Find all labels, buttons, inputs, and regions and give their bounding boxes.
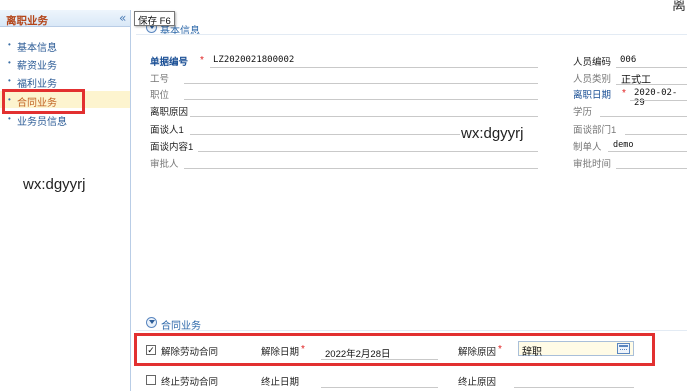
interview-dept-field[interactable] — [625, 134, 687, 135]
rescind-date-underline — [321, 359, 438, 360]
required-mark: * — [301, 344, 305, 355]
highlight-box — [2, 89, 85, 114]
collapse-icon[interactable]: « — [119, 11, 126, 25]
leave-date-value[interactable]: 2020-02-29 — [634, 88, 687, 108]
emp-code-value[interactable]: 006 — [620, 55, 636, 65]
interviewer-field[interactable] — [190, 134, 460, 135]
emp-code-underline — [616, 67, 687, 68]
bullet-icon: • — [8, 76, 11, 85]
terminate-reason-field[interactable] — [514, 387, 634, 388]
job-no-label: 工号 — [150, 74, 170, 85]
rescind-reason-label: 解除原因 — [458, 347, 497, 358]
collapse-section-icon[interactable] — [146, 317, 157, 328]
sidebar: 离职业务 « • 基本信息 • 薪资业务 • 福利业务 • 合同业务 • 业务员… — [0, 10, 131, 391]
bill-no-value[interactable]: LZ2020021800002 — [213, 55, 294, 65]
section-divider — [136, 34, 687, 35]
bullet-icon: • — [8, 58, 11, 67]
interview-content-label: 面谈内容1 — [150, 142, 194, 153]
approver-label: 审批人 — [150, 159, 179, 170]
bullet-icon: • — [8, 114, 11, 123]
creator-underline — [608, 151, 687, 152]
education-field[interactable] — [600, 116, 687, 117]
window-title-fragment: 离 — [672, 0, 686, 13]
watermark: wx:dgyyrj — [23, 176, 86, 193]
sidebar-item-label: 福利业务 — [17, 79, 57, 90]
rescind-contract-checkbox[interactable]: ✓ — [146, 345, 156, 355]
bill-no-label: 单据编号 — [150, 57, 189, 68]
rescind-date-label: 解除日期 — [261, 347, 300, 358]
rescind-contract-label: 解除劳动合同 — [161, 347, 219, 358]
rescind-reason-value: 辞职 — [522, 347, 542, 358]
terminate-contract-checkbox[interactable] — [146, 375, 156, 385]
sidebar-item-label: 业务员信息 — [17, 117, 67, 128]
required-mark: * — [622, 88, 626, 99]
sidebar-item-label: 基本信息 — [17, 43, 57, 54]
bullet-icon: • — [8, 40, 11, 49]
rescind-date-value[interactable]: 2022年2月28日 — [325, 346, 390, 360]
job-no-field[interactable] — [184, 83, 538, 84]
required-mark: * — [498, 344, 502, 355]
sidebar-header: 离职业务 « — [0, 10, 130, 27]
interviewer-label: 面谈人1 — [150, 125, 184, 136]
approver-field — [184, 168, 538, 169]
save-tooltip: 保存 F6 — [134, 11, 175, 27]
bill-no-underline — [210, 67, 538, 68]
calendar-icon[interactable] — [617, 343, 630, 354]
terminate-reason-label: 终止原因 — [458, 377, 497, 388]
leave-reason-label: 离职原因 — [150, 107, 189, 118]
terminate-contract-label: 终止劳动合同 — [161, 377, 219, 388]
app-window: 离职业务 « • 基本信息 • 薪资业务 • 福利业务 • 合同业务 • 业务员… — [0, 0, 687, 391]
creator-value: demo — [613, 140, 634, 150]
creator-label: 制单人 — [573, 142, 602, 153]
sidebar-title: 离职业务 — [6, 15, 48, 27]
watermark: wx:dgyyrj — [461, 125, 524, 142]
approve-time-field — [616, 168, 687, 169]
sidebar-item-salary[interactable]: • 薪资业务 — [0, 54, 130, 72]
sidebar-item-basic-info[interactable]: • 基本信息 — [0, 36, 130, 54]
terminate-date-field[interactable] — [321, 387, 438, 388]
sidebar-item-label: 薪资业务 — [17, 61, 57, 72]
emp-code-label: 人员编码 — [573, 57, 612, 68]
position-label: 职位 — [150, 90, 170, 101]
interview-dept-label: 面谈部门1 — [573, 125, 617, 136]
position-field[interactable] — [184, 99, 538, 100]
approve-time-label: 审批时间 — [573, 159, 612, 170]
terminate-date-label: 终止日期 — [261, 377, 300, 388]
emp-type-underline — [616, 84, 687, 85]
emp-type-label: 人员类别 — [573, 74, 612, 85]
leave-date-label: 离职日期 — [573, 90, 612, 101]
required-mark: * — [200, 55, 204, 66]
sidebar-item-welfare[interactable]: • 福利业务 — [0, 72, 130, 90]
interview-content-field[interactable] — [198, 151, 538, 152]
section-divider — [136, 330, 687, 331]
education-label: 学历 — [573, 107, 593, 118]
leave-reason-field[interactable] — [190, 116, 538, 117]
leave-date-underline — [630, 100, 687, 101]
